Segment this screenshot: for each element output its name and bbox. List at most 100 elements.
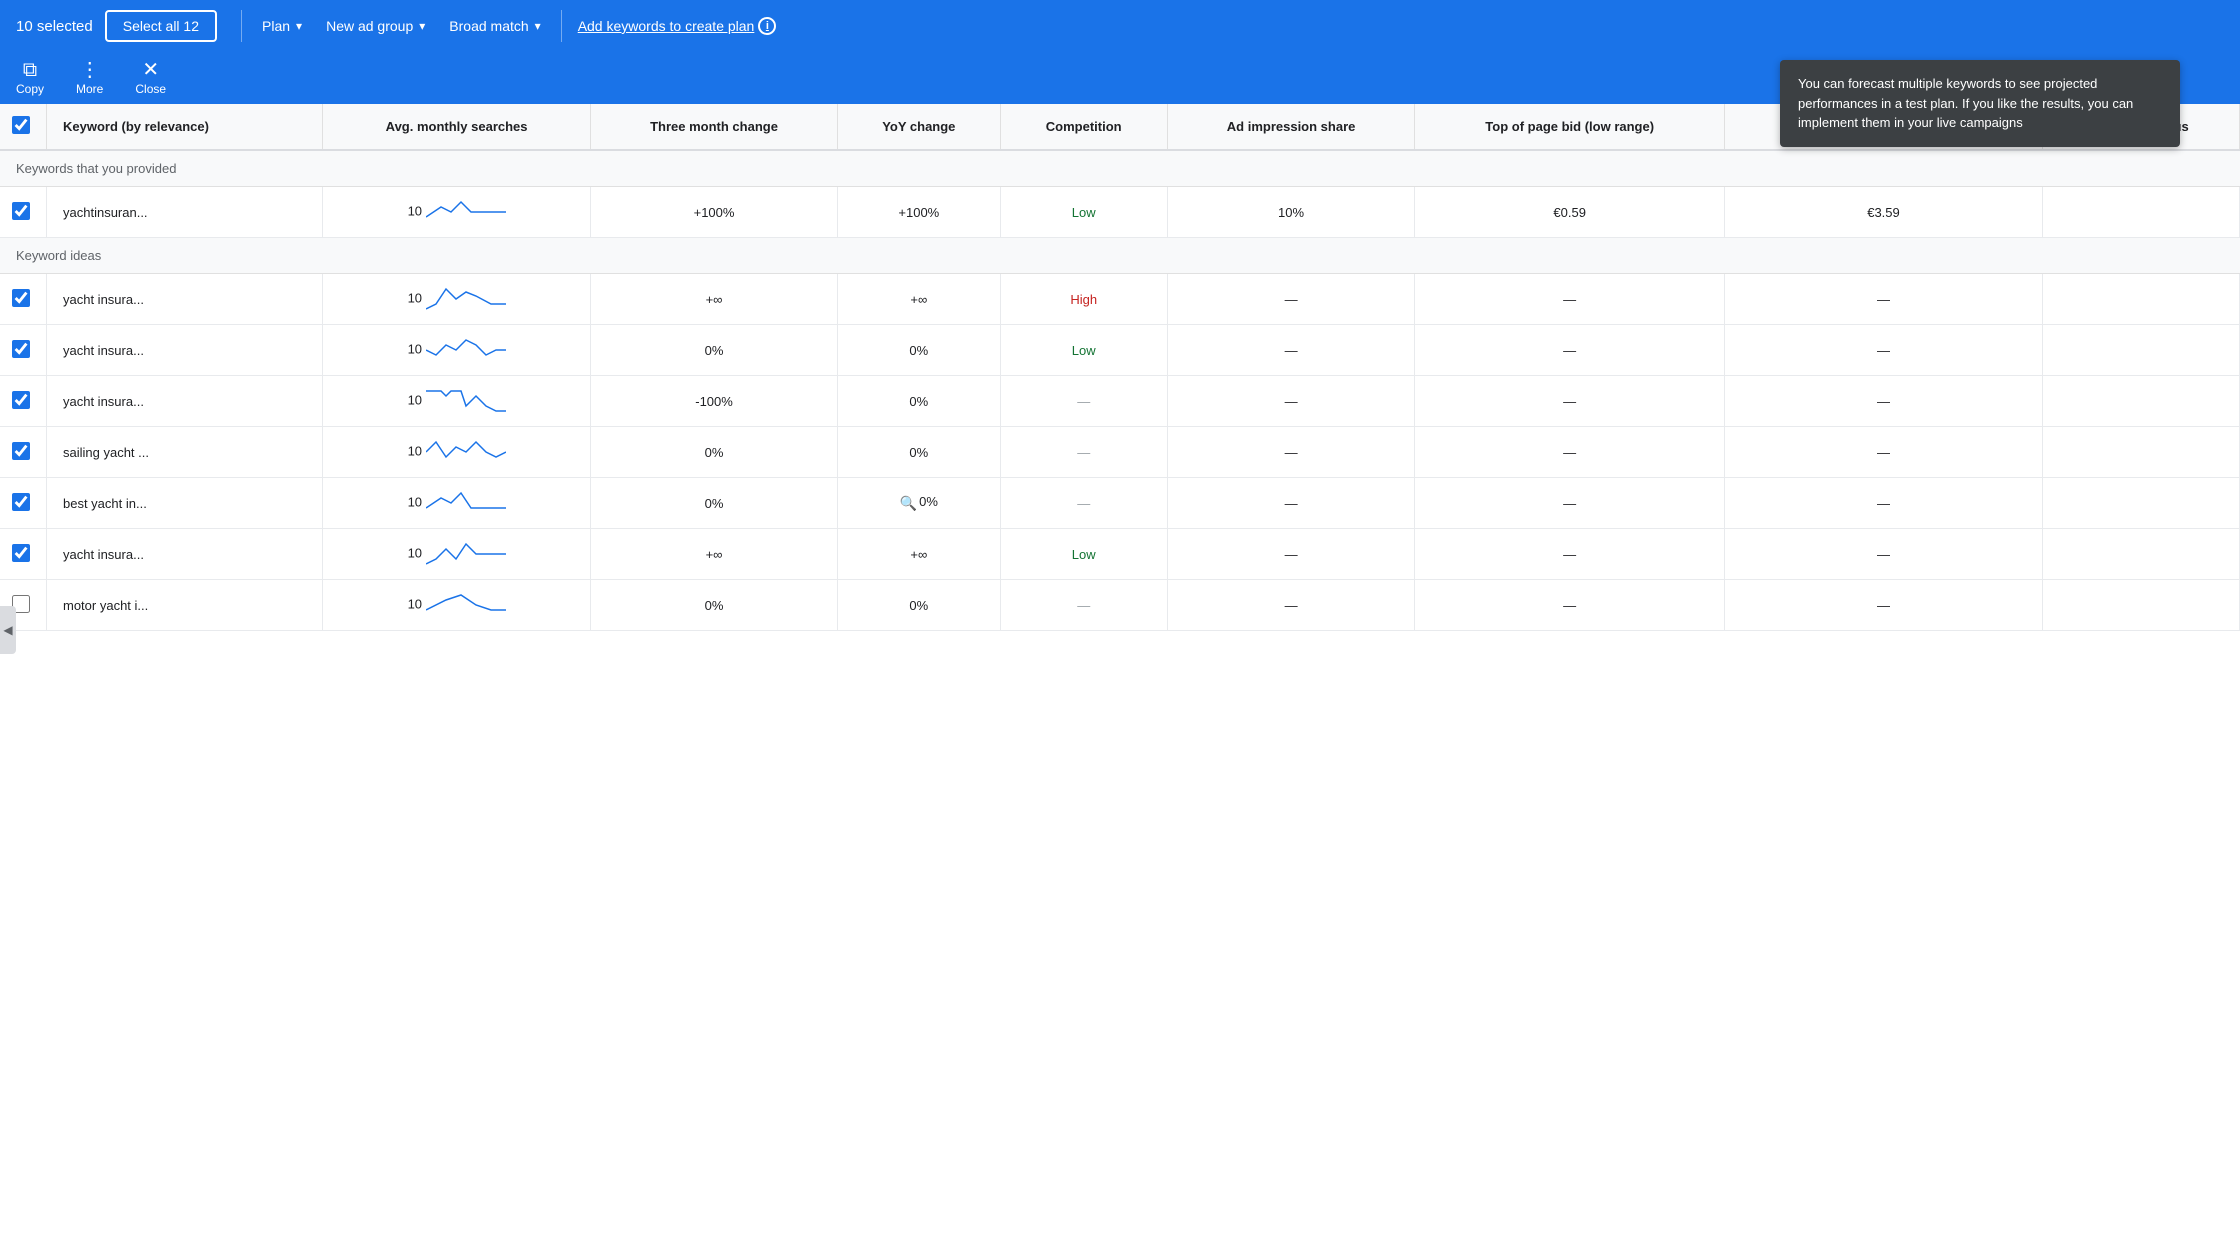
avg-searches-cell: 10 (323, 427, 591, 478)
keyword-text: sailing yacht ... (63, 445, 149, 460)
bid-low-value: — (1563, 496, 1576, 511)
three-month-value: 0% (705, 598, 724, 613)
table-row: yacht insura... 10 0% 0% Low — — (0, 325, 2240, 376)
account-status-cell (2043, 376, 2240, 427)
scroll-handle[interactable]: ◀ (0, 606, 16, 654)
bid-low-cell: — (1415, 325, 1724, 376)
three-month-cell: 0% (591, 325, 838, 376)
bid-high-cell: — (1724, 580, 2042, 631)
table-row: yacht insura... 10 +∞ +∞ Low — — (0, 529, 2240, 580)
yoy-cell: 0% (837, 325, 1000, 376)
table-row: yacht insura... 10 -100% 0% — — — (0, 376, 2240, 427)
top-action-bar: 10 selected Select all 12 Plan ▾ New ad … (0, 0, 2240, 52)
avg-searches-value: 10 (408, 545, 422, 560)
keyword-cell: yacht insura... (47, 376, 323, 427)
more-button[interactable]: ⋮ More (76, 60, 103, 96)
competition-cell: — (1000, 427, 1167, 478)
account-status-cell (2043, 325, 2240, 376)
table-row: best yacht in... 10 0% 🔍0% — — — (0, 478, 2240, 529)
keyword-text: yacht insura... (63, 547, 144, 562)
three-month-cell: -100% (591, 376, 838, 427)
header-checkbox[interactable] (12, 116, 30, 134)
bid-high-value: — (1877, 394, 1890, 409)
three-month-value: -100% (695, 394, 733, 409)
competition-value: — (1077, 394, 1090, 409)
account-status-cell (2043, 529, 2240, 580)
more-icon: ⋮ (80, 60, 100, 80)
row-checkbox[interactable] (12, 493, 30, 511)
bid-high-value: — (1877, 445, 1890, 460)
selected-count-label: 10 selected (16, 18, 93, 35)
account-status-cell (2043, 274, 2240, 325)
bid-high-value: — (1877, 343, 1890, 358)
bid-low-value: — (1563, 547, 1576, 562)
competition-value: Low (1072, 343, 1096, 358)
competition-cell: Low (1000, 325, 1167, 376)
competition-cell: — (1000, 580, 1167, 631)
sparkline-chart (426, 335, 506, 365)
bid-high-cell: — (1724, 376, 2042, 427)
yoy-value: +100% (898, 205, 939, 220)
row-checkbox[interactable] (12, 202, 30, 220)
tooltip-text: You can forecast multiple keywords to se… (1798, 76, 2133, 130)
bid-low-cell: — (1415, 580, 1724, 631)
section-label: Keywords that you provided (0, 150, 2240, 187)
avg-searches-value: 10 (408, 596, 422, 611)
keyword-cell: best yacht in... (47, 478, 323, 529)
ad-share-value: — (1285, 598, 1298, 613)
avg-searches-cell: 10 (323, 529, 591, 580)
row-checkbox[interactable] (12, 442, 30, 460)
yoy-value: +∞ (910, 547, 927, 562)
new-ad-group-button[interactable]: New ad group ▾ (314, 12, 437, 40)
yoy-value: 0% (909, 394, 928, 409)
account-status-cell (2043, 187, 2240, 238)
broad-match-button[interactable]: Broad match ▾ (437, 12, 552, 40)
add-keywords-link[interactable]: Add keywords to create plan i (578, 17, 777, 35)
competition-cell: Low (1000, 187, 1167, 238)
competition-cell: — (1000, 478, 1167, 529)
keyword-text: motor yacht i... (63, 598, 148, 613)
three-month-value: +∞ (706, 292, 723, 307)
header-ad-share: Ad impression share (1167, 104, 1415, 150)
header-avg-monthly: Avg. monthly searches (323, 104, 591, 150)
yoy-cell: +100% (837, 187, 1000, 238)
three-month-cell: 0% (591, 427, 838, 478)
avg-searches-cell: 10 (323, 325, 591, 376)
bid-high-cell: — (1724, 478, 2042, 529)
scroll-arrow: ◀ (3, 623, 12, 637)
bid-high-value: — (1877, 547, 1890, 562)
avg-searches-value: 10 (408, 203, 422, 218)
row-checkbox[interactable] (12, 391, 30, 409)
row-checkbox[interactable] (12, 544, 30, 562)
ad-share-value: — (1285, 394, 1298, 409)
keyword-cell: yacht insura... (47, 325, 323, 376)
bid-high-value: — (1877, 292, 1890, 307)
row-checkbox[interactable] (12, 340, 30, 358)
checkbox-cell (0, 376, 47, 427)
account-status-cell (2043, 427, 2240, 478)
close-button[interactable]: ✕ Close (135, 60, 166, 96)
copy-button[interactable]: ⧉ Copy (16, 60, 44, 96)
keyword-text: yachtinsuran... (63, 205, 148, 220)
table-row: yacht insura... 10 +∞ +∞ High — — (0, 274, 2240, 325)
yoy-value: 0% (909, 598, 928, 613)
avg-searches-value: 10 (408, 443, 422, 458)
section-row-0: Keywords that you provided (0, 150, 2240, 187)
checkbox-cell (0, 529, 47, 580)
header-checkbox-cell (0, 104, 47, 150)
plan-button[interactable]: Plan ▾ (250, 12, 314, 40)
avg-searches-value: 10 (408, 341, 422, 356)
ad-share-cell: — (1167, 427, 1415, 478)
three-month-value: 0% (705, 445, 724, 460)
keyword-cell: sailing yacht ... (47, 427, 323, 478)
select-all-button[interactable]: Select all 12 (105, 10, 217, 42)
sparkline-chart (426, 386, 506, 416)
ad-share-cell: — (1167, 529, 1415, 580)
bid-low-value: — (1563, 445, 1576, 460)
row-checkbox[interactable] (12, 289, 30, 307)
plan-label: Plan (262, 18, 290, 34)
header-keyword: Keyword (by relevance) (47, 104, 323, 150)
account-status-cell (2043, 478, 2240, 529)
bid-high-value: — (1877, 598, 1890, 613)
account-status-cell (2043, 580, 2240, 631)
